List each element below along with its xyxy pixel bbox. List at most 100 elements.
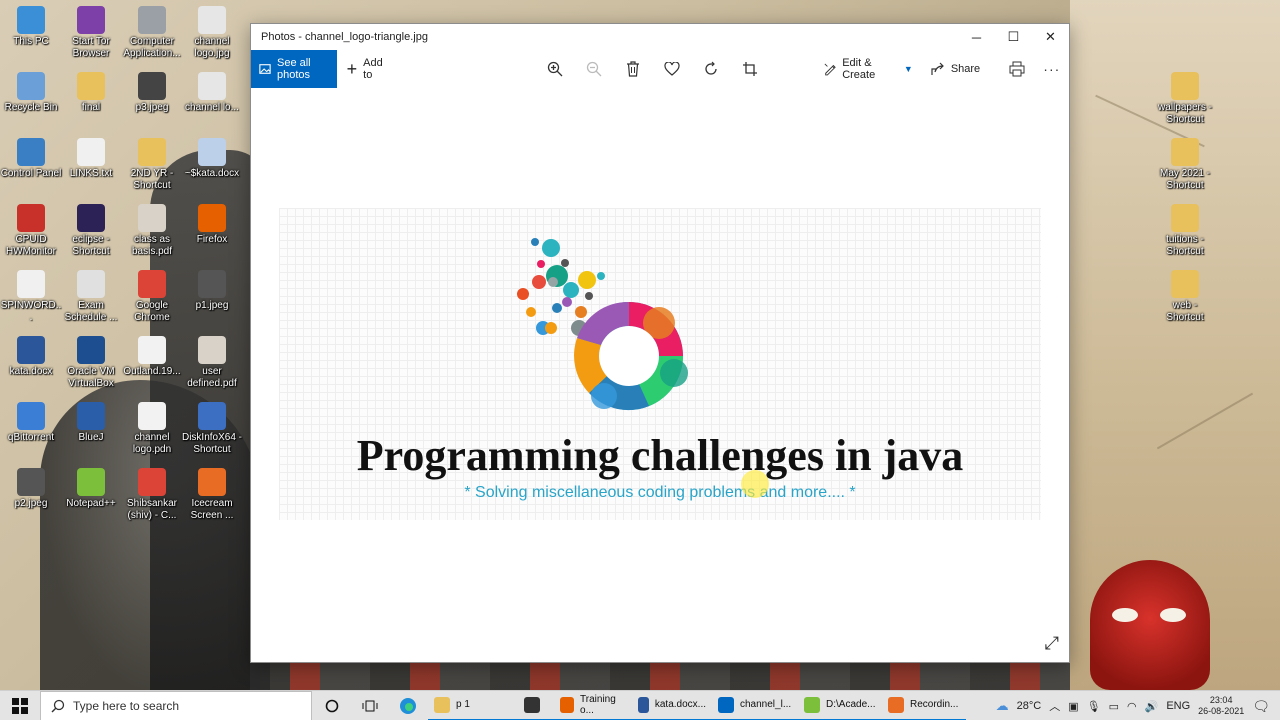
cortana-icon[interactable]	[312, 691, 352, 720]
desktop-shortcut[interactable]: Firefox	[181, 204, 243, 246]
wallpaper-bottom-strip	[250, 662, 1070, 690]
diskinfo-icon	[198, 402, 226, 430]
photos-window: Photos - channel_logo-triangle.jpg ─ ☐ ✕…	[250, 23, 1070, 663]
see-all-photos-label: See all photos	[276, 57, 311, 81]
chrome-icon	[138, 270, 166, 298]
taskbar-app-button[interactable]: kata.docx...	[632, 691, 712, 720]
virtualbox-icon	[77, 336, 105, 364]
taskbar-search-box[interactable]: Type here to search	[40, 690, 312, 720]
minimize-button[interactable]: ─	[958, 24, 995, 50]
document-icon	[138, 6, 166, 34]
expand-fullscreen-icon[interactable]: ⤢	[1045, 633, 1059, 654]
crop-icon[interactable]	[730, 50, 769, 88]
image-file-icon	[17, 468, 45, 496]
desktop-shortcut[interactable]: class as basis.pdf	[121, 204, 183, 258]
image-file-icon	[138, 72, 166, 100]
desktop-shortcut[interactable]: channel logo.pdn	[121, 402, 183, 456]
desktop-shortcut[interactable]: p3.jpeg	[121, 72, 183, 114]
taskbar-app-button[interactable]: D:\Acade...	[798, 691, 882, 720]
language-indicator[interactable]: ENG	[1166, 700, 1190, 712]
desktop-shortcut[interactable]: p1.jpeg	[181, 270, 243, 312]
task-view-icon[interactable]	[352, 691, 388, 720]
desktop-shortcut[interactable]: LINKS.txt	[60, 138, 122, 180]
desktop-shortcut[interactable]: Start Tor Browser	[60, 6, 122, 60]
zoom-in-icon[interactable]	[535, 50, 574, 88]
edit-pen-icon	[824, 63, 837, 76]
desktop-shortcut[interactable]: Computer Application...	[121, 6, 183, 60]
desktop-shortcut[interactable]: kata.docx	[0, 336, 62, 378]
desktop-shortcut[interactable]: Oracle VM VirtualBox	[60, 336, 122, 390]
taskbar-app-button[interactable]: Training o...	[554, 691, 632, 720]
volume-icon[interactable]: 🔊	[1145, 700, 1159, 713]
desktop-shortcut-label: channel logo.pdn	[132, 432, 172, 455]
image-file-icon	[138, 402, 166, 430]
desktop-shortcut-label: Outland.19...	[123, 366, 181, 377]
desktop-shortcut[interactable]: Exam Schedule ...	[60, 270, 122, 324]
tray-overflow-chevron-icon[interactable]: ︿	[1049, 698, 1060, 714]
print-icon[interactable]	[1000, 50, 1034, 88]
desktop-shortcut[interactable]: wallpapers - Shortcut	[1154, 72, 1216, 126]
see-all-photos-button[interactable]: See all photos	[251, 50, 337, 88]
microphone-icon[interactable]: 🎙	[1087, 700, 1101, 713]
eclipse-icon	[77, 204, 105, 232]
battery-icon[interactable]: ▭	[1109, 700, 1119, 713]
desktop-shortcut[interactable]: Icecream Screen ...	[181, 468, 243, 522]
desktop-shortcut[interactable]: Notepad++	[60, 468, 122, 510]
notifications-icon[interactable]: 🗨	[1252, 698, 1270, 715]
desktop-shortcut[interactable]: Google Chrome	[121, 270, 183, 324]
taskbar-clock[interactable]: 23:04 26-08-2021	[1198, 695, 1244, 717]
desktop-shortcut[interactable]: Outland.19...	[121, 336, 183, 378]
desktop-shortcut[interactable]: May 2021 - Shortcut	[1154, 138, 1216, 192]
desktop-shortcut[interactable]: final	[60, 72, 122, 114]
edit-create-button[interactable]: Edit & Create ▼	[824, 50, 913, 88]
rotate-icon[interactable]	[691, 50, 730, 88]
network-icon[interactable]: ▣	[1068, 700, 1078, 713]
taskbar-app-button[interactable]: p 1	[428, 691, 518, 720]
taskbar-app-button[interactable]: Recordin...	[882, 691, 966, 720]
desktop-shortcut[interactable]: 2ND YR - Shortcut	[121, 138, 183, 192]
desktop-shortcut[interactable]: qBittorrent	[0, 402, 62, 444]
desktop-shortcut-label: kata.docx	[9, 366, 53, 377]
desktop-shortcut[interactable]: SPINWORD...	[0, 270, 62, 324]
desktop-shortcut[interactable]: channel lo...	[181, 72, 243, 114]
delete-icon[interactable]	[613, 50, 652, 88]
desktop-shortcut[interactable]: tuitions - Shortcut	[1154, 204, 1216, 258]
desktop-shortcut[interactable]: BlueJ	[60, 402, 122, 444]
desktop-shortcut[interactable]: user defined.pdf	[181, 336, 243, 390]
favorite-heart-icon[interactable]	[652, 50, 691, 88]
desktop-shortcut[interactable]: DiskInfoX64 - Shortcut	[181, 402, 243, 456]
desktop-shortcut[interactable]: web - Shortcut	[1154, 270, 1216, 324]
taskbar-app-button[interactable]: channel_l...	[712, 691, 798, 720]
temperature-label[interactable]: 28°C	[1017, 700, 1042, 712]
edge-browser-icon[interactable]	[388, 691, 428, 720]
desktop-shortcut[interactable]: ~$kata.docx	[181, 138, 243, 180]
wifi-icon[interactable]: ◠	[1127, 700, 1137, 713]
desktop-shortcut-label: DiskInfoX64 - Shortcut	[181, 432, 243, 455]
edit-create-label: Edit & Create	[842, 57, 876, 81]
windows-logo-icon	[12, 697, 28, 714]
pdf-file-icon	[138, 204, 166, 232]
folder-icon	[1171, 72, 1199, 100]
zoom-out-icon[interactable]	[574, 50, 613, 88]
more-options-icon[interactable]: ···	[1035, 50, 1069, 88]
desktop-shortcut[interactable]: p2.jpeg	[0, 468, 62, 510]
start-button[interactable]	[0, 691, 40, 720]
desktop-shortcut[interactable]: Recycle Bin	[0, 72, 62, 114]
taskbar-app-button[interactable]	[518, 691, 554, 720]
maximize-button[interactable]: ☐	[995, 24, 1032, 50]
desktop-shortcut-label: BlueJ	[78, 432, 104, 443]
weather-icon[interactable]: ☁	[996, 698, 1009, 714]
image-file-icon	[198, 270, 226, 298]
desktop-shortcut[interactable]: Shibsankar (shiv) - C...	[121, 468, 183, 522]
search-icon	[51, 699, 65, 712]
close-button[interactable]: ✕	[1032, 24, 1069, 50]
desktop-shortcut[interactable]: eclipse - Shortcut	[60, 204, 122, 258]
window-titlebar[interactable]: Photos - channel_logo-triangle.jpg ─ ☐ ✕	[251, 24, 1069, 50]
desktop-shortcut[interactable]: This PC	[0, 6, 62, 48]
add-to-button[interactable]: + Add to	[347, 50, 390, 88]
desktop-shortcut[interactable]: Control Panel	[0, 138, 62, 180]
desktop-shortcut[interactable]: channel logo.jpg	[181, 6, 243, 60]
desktop-shortcut[interactable]: CPUID HWMonitor	[0, 204, 62, 258]
share-button[interactable]: Share	[931, 50, 980, 88]
photo-viewer-image: Programming challenges in java * Solving…	[279, 208, 1041, 520]
